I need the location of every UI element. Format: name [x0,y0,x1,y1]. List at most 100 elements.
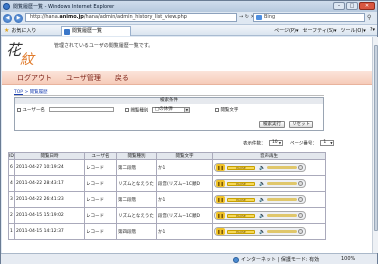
cell-user: レコード [84,223,117,240]
maximize-button[interactable]: □ [346,2,358,10]
col-header-text: 閲覧文字 [156,152,213,160]
security-zone[interactable]: インターネット | 保護モード: 有効 [233,256,319,263]
volume-knob[interactable] [298,229,303,234]
favorites-label: お気に入り [11,27,37,34]
audio-player: ❚❚ PAUSE 🔈 [214,179,306,188]
volume-icon[interactable]: 🔈 [259,165,265,171]
audio-player: ❚❚ PAUSE 🔈 [214,195,306,204]
pause-icon[interactable]: ❚❚ [216,164,225,171]
cell-audio: ❚❚ PAUSE 🔈 [212,175,326,192]
cell-audio: ❚❚ PAUSE 🔈 [212,191,326,208]
tab-title: 閲覧履歴一覧 [72,28,103,34]
forward-button[interactable]: ▶ [14,13,23,23]
cell-user: レコード [84,191,117,208]
safety-menu[interactable]: セーフティ(S)▾ [302,27,336,34]
kind-checkbox[interactable] [125,108,129,112]
search-icon[interactable]: ⚲ [367,14,371,21]
col-header-audio: 音声再生 [212,152,326,160]
page-number-control: ページ番号： 1 ▼ [290,140,335,147]
volume-slider[interactable] [267,230,298,233]
logo-char-1: 花 [6,41,22,59]
zoom-level[interactable]: 100% [341,256,355,262]
browser-tab[interactable]: 閲覧履歴一覧 [61,26,131,36]
cell-text: 段音(リズム−1C順D [156,175,213,192]
user-management-link[interactable]: ユーザ管理 [66,73,101,83]
volume-knob[interactable] [298,197,303,202]
globe-icon [233,256,239,263]
col-header-datetime: 閲覧日時 [14,152,85,160]
ie-icon [3,3,10,10]
search-submit-button[interactable]: 検索実行 [259,121,285,128]
per-page-control: 表示件数： 10 ▼ [243,140,283,147]
chevron-down-icon: ▼ [330,141,333,145]
volume-knob[interactable] [298,213,303,218]
table-row: 1 2011-04-15 14:12:37 レコード 第四段階 か1 ❚❚ PAUSE 🔈 [8,223,326,240]
volume-icon[interactable]: 🔈 [259,181,265,187]
volume-icon[interactable]: 🔈 [259,197,265,203]
audio-player: ❚❚ PAUSE 🔈 [214,227,306,236]
reset-button[interactable]: リセット [289,121,313,128]
table-header-row: ID 閲覧日時 ユーザ名 閲覧種別 閲覧文字 音声再生 [8,152,326,160]
tools-menu[interactable]: ツール(O)▾ [340,27,365,34]
audio-progress[interactable]: PAUSE [227,197,255,202]
audio-progress[interactable]: PAUSE [227,229,255,234]
audio-player: ❚❚ PAUSE 🔈 [214,211,306,220]
help-menu[interactable]: ?▾ [370,27,375,34]
kind-filter: 閲覧種別 □の休弾 ▼ [125,107,190,114]
per-page-select[interactable]: 10 ▼ [268,140,283,146]
site-logo[interactable]: 花 紋 [6,39,40,68]
kind-label: 閲覧種別 [130,108,149,114]
cell-text: か1 [156,159,213,176]
back-link[interactable]: 戻る [115,73,129,83]
cell-audio: ❚❚ PAUSE 🔈 [212,159,326,176]
volume-icon[interactable]: 🔈 [259,229,265,235]
scrollbar-thumb[interactable] [374,45,378,231]
pause-icon[interactable]: ❚❚ [216,196,225,203]
audio-progress[interactable]: PAUSE [227,181,255,186]
back-button[interactable]: ◀ [3,13,12,23]
cell-audio: ❚❚ PAUSE 🔈 [212,223,326,240]
page-subtitle: 管理されているユーザの閲覧履歴一覧です。 [54,43,154,49]
kind-select[interactable]: □の休弾 ▼ [151,107,190,113]
go-icon[interactable]: → [239,14,243,20]
volume-slider[interactable] [267,198,298,201]
text-checkbox[interactable] [215,107,219,112]
cell-datetime: 2011-04-15 14:12:37 [14,223,85,240]
favorites-button[interactable]: ★ お気に入り [4,27,36,34]
audio-progress[interactable]: PAUSE [227,213,255,218]
logo-char-2: 紋 [20,52,34,68]
volume-slider[interactable] [267,214,298,217]
user-checkbox[interactable] [17,107,21,112]
cell-user: レコード [84,159,117,176]
kind-select-value: □の休弾 [154,107,173,112]
url-host: animo.jp [59,14,84,20]
minimize-button[interactable]: – [333,2,345,10]
per-page-value: 10 [271,140,278,145]
user-input[interactable] [49,107,115,112]
audio-progress[interactable]: PAUSE [227,165,255,170]
url-field[interactable]: http://hana.animo.jp/hana/admin/admin_hi… [25,13,237,22]
page-number-select[interactable]: 1 ▼ [320,140,335,146]
cell-user: レコード [84,175,117,192]
table-row: 2 2011-04-15 15:19:02 レコード リズムとなえうた 段音(リズム−1… [8,207,326,224]
col-header-kind: 閲覧種別 [116,152,157,160]
url-prefix: http://hana. [30,14,60,20]
url-path: /hana/admin/admin_history_list_view.php [83,14,187,20]
volume-knob[interactable] [298,165,303,170]
window-controls: – □ ✕ [333,2,375,10]
logout-link[interactable]: ログアウト [17,73,52,83]
volume-slider[interactable] [267,182,298,185]
search-input[interactable]: Bing [253,13,365,22]
volume-knob[interactable] [298,181,303,186]
refresh-icon[interactable]: ↻ [245,14,249,20]
cell-kind: 第二段階 [116,159,157,176]
pause-icon[interactable]: ❚❚ [216,228,225,235]
page-menu[interactable]: ページ(P)▾ [274,27,298,34]
pause-icon[interactable]: ❚❚ [216,212,225,219]
close-button[interactable]: ✕ [359,2,375,10]
volume-slider[interactable] [267,166,298,169]
cell-audio: ❚❚ PAUSE 🔈 [212,207,326,224]
pause-icon[interactable]: ❚❚ [216,180,225,187]
vertical-scrollbar[interactable] [372,37,378,253]
volume-icon[interactable]: 🔈 [259,213,265,219]
